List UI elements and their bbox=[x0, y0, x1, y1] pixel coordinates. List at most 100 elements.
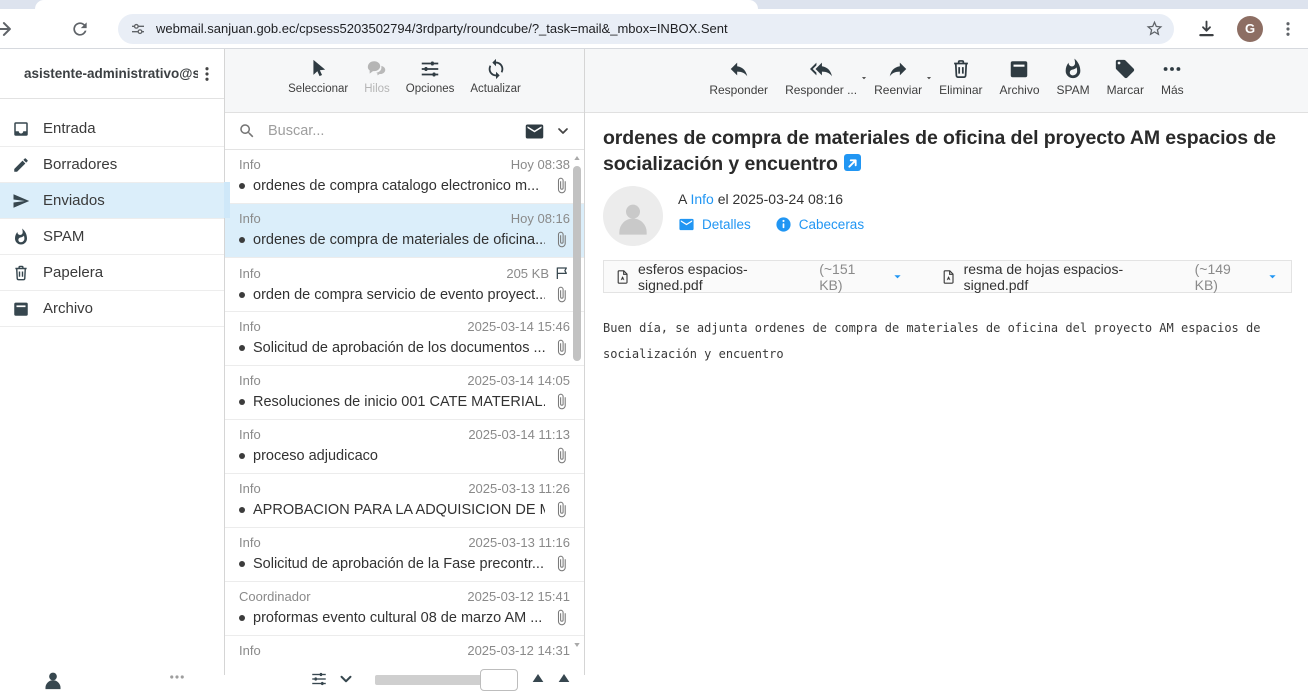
user-icon[interactable] bbox=[42, 669, 64, 691]
forward-arrow-icon[interactable] bbox=[0, 18, 14, 40]
page-number-box[interactable] bbox=[480, 669, 518, 691]
attachment-name[interactable]: esferos espacios-signed.pdf bbox=[638, 261, 812, 293]
bookmark-star-icon[interactable] bbox=[1145, 19, 1164, 38]
sidebar-item-papelera[interactable]: Papelera bbox=[0, 255, 224, 291]
pdf-file-icon bbox=[615, 268, 631, 286]
person-icon bbox=[613, 196, 653, 240]
paperclip-icon bbox=[553, 393, 570, 410]
message-meta: 2025-03-12 14:31 bbox=[467, 643, 570, 658]
message-subject: ordenes de compra de materiales de ofici… bbox=[603, 126, 1308, 177]
reader-button-archivo[interactable]: Archivo bbox=[999, 58, 1039, 97]
attachments-bar: esferos espacios-signed.pdf (~151 KB) re… bbox=[603, 260, 1292, 293]
caret-down-icon[interactable] bbox=[1265, 269, 1280, 284]
scroll-up-icon[interactable] bbox=[573, 154, 581, 162]
recipient-link[interactable]: Info bbox=[690, 191, 713, 207]
folder-list: Entrada Borradores Enviados SPAM Papeler… bbox=[0, 99, 224, 327]
browser-toolbar: webmail.sanjuan.gob.ec/cpsess5203502794/… bbox=[0, 9, 1308, 48]
attachment-name[interactable]: resma de hojas espacios-signed.pdf bbox=[964, 261, 1188, 293]
message-list-row[interactable]: Info Hoy 08:38 ordenes de compra catalog… bbox=[225, 150, 584, 204]
message-list-row[interactable]: Info 2025-03-14 15:46 Solicitud de aprob… bbox=[225, 312, 584, 366]
active-tab[interactable] bbox=[35, 0, 758, 9]
more-icon bbox=[1161, 58, 1183, 80]
unread-dot bbox=[239, 561, 245, 567]
archive-icon bbox=[12, 300, 30, 318]
message-list-row[interactable]: Info 2025-03-13 11:26 APROBACION PARA LA… bbox=[225, 474, 584, 528]
pagination-icon[interactable] bbox=[310, 670, 328, 688]
search-scope-envelope-icon[interactable] bbox=[524, 121, 545, 142]
message-sender: Info bbox=[239, 481, 468, 496]
message-sender: Info bbox=[239, 157, 511, 172]
message-list-row[interactable]: Info Hoy 08:16 ordenes de compra de mate… bbox=[225, 204, 584, 258]
browser-chrome: webmail.sanjuan.gob.ec/cpsess5203502794/… bbox=[0, 0, 1308, 49]
list-button-opciones[interactable]: Opciones bbox=[406, 58, 455, 95]
message-sender: Info bbox=[239, 211, 511, 226]
message-list-row[interactable]: Info 2025-03-14 14:05 Resoluciones de in… bbox=[225, 366, 584, 420]
folder-label: Entrada bbox=[43, 120, 96, 137]
sidebar-item-enviados[interactable]: Enviados bbox=[0, 183, 224, 219]
message-list-row[interactable]: Info 2025-03-14 11:13 proceso adjudicaco bbox=[225, 420, 584, 474]
reply-icon bbox=[728, 58, 750, 80]
list-pagination[interactable] bbox=[225, 667, 584, 687]
sidebar-item-archivo[interactable]: Archivo bbox=[0, 291, 224, 327]
reader-button-responder[interactable]: Responder bbox=[709, 58, 768, 97]
account-menu-icon[interactable] bbox=[198, 65, 216, 83]
last-page-icon[interactable] bbox=[556, 670, 572, 686]
sidebar-more-icon[interactable] bbox=[168, 668, 186, 686]
paperclip-icon bbox=[553, 447, 570, 464]
reader-button-marcar[interactable]: Marcar bbox=[1107, 58, 1144, 97]
caret-down-icon[interactable] bbox=[890, 269, 905, 284]
splitter-accent[interactable] bbox=[224, 182, 230, 218]
reader-button-reenviar[interactable]: Reenviar bbox=[874, 58, 922, 97]
reader-button-m-s[interactable]: Más bbox=[1161, 58, 1184, 97]
message-view-pane: Responder Responder ... Reenviar Elimina… bbox=[585, 49, 1308, 675]
pagination-chevron-icon[interactable] bbox=[337, 670, 355, 688]
message-body-area: ordenes de compra de materiales de ofici… bbox=[585, 113, 1308, 675]
browser-menu-icon[interactable] bbox=[1279, 20, 1297, 38]
scroll-down-icon[interactable] bbox=[573, 641, 581, 649]
search-row bbox=[225, 113, 584, 150]
inbox-icon bbox=[12, 120, 30, 138]
send-icon bbox=[12, 192, 30, 210]
site-settings-icon[interactable] bbox=[130, 21, 146, 37]
scroll-thumb[interactable] bbox=[573, 166, 581, 361]
unread-dot bbox=[239, 399, 245, 405]
attachment-item[interactable]: esferos espacios-signed.pdf (~151 KB) bbox=[615, 261, 905, 293]
unread-dot bbox=[239, 183, 245, 189]
envelope-icon bbox=[678, 216, 695, 233]
attachment-size: (~149 KB) bbox=[1195, 261, 1258, 293]
message-list-row[interactable]: Info 2025-03-13 11:16 Solicitud de aprob… bbox=[225, 528, 584, 582]
next-page-icon[interactable] bbox=[530, 670, 546, 686]
message-subject: ordenes de compra catalogo electronico m… bbox=[253, 178, 545, 194]
details-link[interactable]: Detalles bbox=[678, 216, 751, 233]
sidebar-item-entrada[interactable]: Entrada bbox=[0, 111, 224, 147]
profile-avatar[interactable]: G bbox=[1237, 16, 1263, 42]
reader-button-eliminar[interactable]: Eliminar bbox=[939, 58, 982, 97]
button-label: Responder ... bbox=[785, 83, 857, 97]
url-text[interactable]: webmail.sanjuan.gob.ec/cpsess5203502794/… bbox=[156, 21, 1135, 36]
button-label: Opciones bbox=[406, 83, 455, 95]
open-in-new-window-icon[interactable] bbox=[844, 154, 861, 171]
button-label: Responder bbox=[709, 83, 768, 97]
downloads-icon[interactable] bbox=[1196, 18, 1217, 39]
reader-button-spam[interactable]: SPAM bbox=[1057, 58, 1090, 97]
list-button-actualizar[interactable]: Actualizar bbox=[470, 58, 521, 95]
search-input[interactable] bbox=[266, 122, 514, 140]
sidebar-item-spam[interactable]: SPAM bbox=[0, 219, 224, 255]
list-button-hilos[interactable]: Hilos bbox=[364, 58, 390, 95]
list-scrollbar[interactable] bbox=[572, 152, 582, 675]
caret-down-icon[interactable] bbox=[859, 73, 869, 83]
reader-button-responder[interactable]: Responder ... bbox=[785, 58, 857, 97]
attachment-item[interactable]: resma de hojas espacios-signed.pdf (~149… bbox=[941, 261, 1280, 293]
list-button-seleccionar[interactable]: Seleccionar bbox=[288, 58, 348, 95]
address-bar[interactable]: webmail.sanjuan.gob.ec/cpsess5203502794/… bbox=[118, 14, 1174, 44]
message-subject: Resoluciones de inicio 001 CATE MATERIAL… bbox=[253, 394, 545, 410]
caret-down-icon[interactable] bbox=[924, 73, 934, 83]
threads-icon bbox=[366, 58, 388, 80]
reload-icon[interactable] bbox=[70, 19, 90, 39]
sidebar-item-borradores[interactable]: Borradores bbox=[0, 147, 224, 183]
message-list-row[interactable]: Coordinador 2025-03-12 15:41 proformas e… bbox=[225, 582, 584, 636]
search-options-chevron-icon[interactable] bbox=[555, 123, 571, 139]
headers-link[interactable]: Cabeceras bbox=[775, 216, 864, 233]
message-list-row[interactable]: Info 205 KB orden de compra servicio de … bbox=[225, 258, 584, 312]
folder-label: Papelera bbox=[43, 264, 103, 281]
